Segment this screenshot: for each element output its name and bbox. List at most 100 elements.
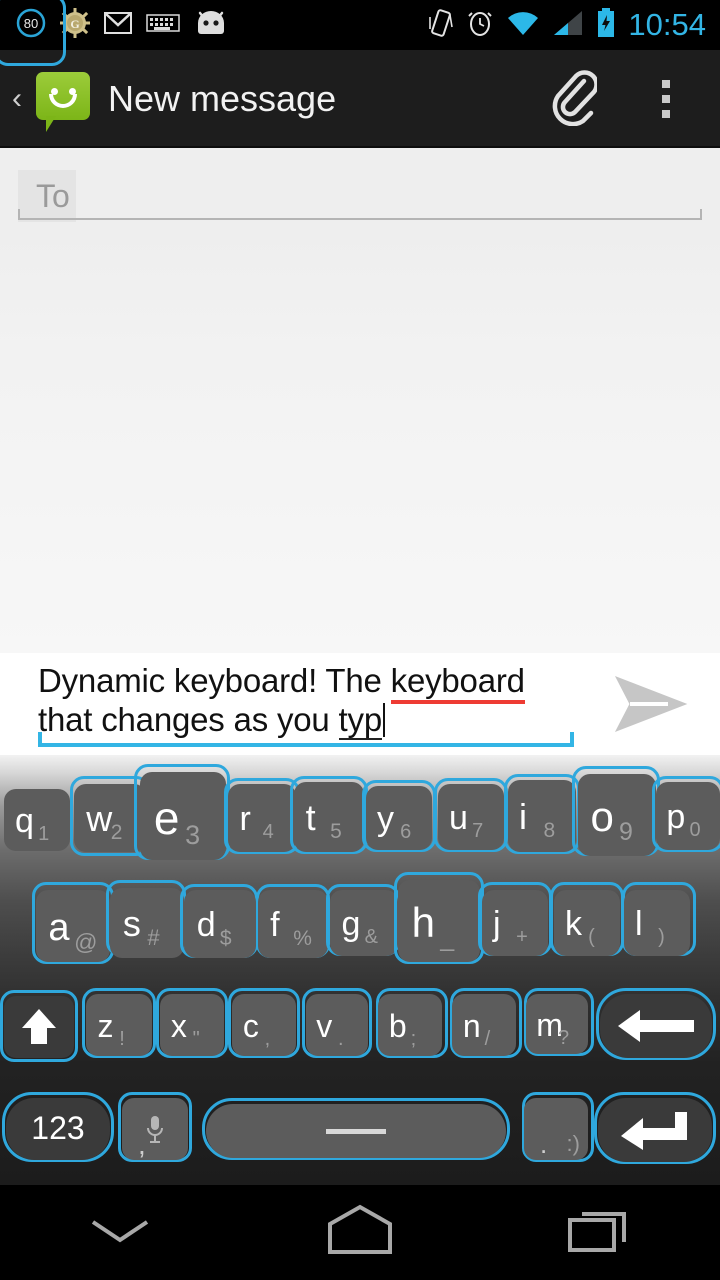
composing-word[interactable]: typ	[338, 701, 382, 740]
nav-recents[interactable]	[520, 1185, 680, 1280]
recipient-row: To	[0, 148, 720, 228]
key-d[interactable]: d $	[184, 890, 256, 958]
back-button[interactable]: ‹	[0, 84, 34, 114]
key-g-label: g	[341, 905, 361, 944]
key-j-label: j	[492, 905, 501, 944]
attach-button[interactable]	[530, 50, 618, 148]
key-n-label: n	[462, 1008, 481, 1045]
key-comma-mic[interactable]: ,	[122, 1098, 188, 1160]
gmail-icon	[104, 11, 132, 40]
key-i-secondary-label: 8	[543, 819, 556, 843]
key-x-secondary-label: "	[192, 1027, 200, 1050]
key-i[interactable]: i8	[508, 780, 576, 852]
send-arrow-icon	[608, 669, 694, 744]
key-f-label: f	[270, 906, 280, 945]
key-l[interactable]: l)	[624, 890, 690, 956]
key-symbols-123-label: 123	[31, 1110, 85, 1146]
key-r[interactable]: r4	[228, 784, 296, 852]
key-a[interactable]: a @	[36, 890, 110, 962]
key-shift[interactable]	[4, 996, 74, 1058]
key-n[interactable]: n /	[452, 994, 516, 1056]
key-x[interactable]: x "	[160, 994, 224, 1056]
misspelled-word[interactable]: keyboard	[390, 662, 525, 704]
key-b-label: b	[388, 1008, 407, 1045]
key-w-secondary-label: 2	[110, 821, 123, 845]
key-k[interactable]: k(	[554, 890, 620, 956]
alarm-clock-icon	[466, 8, 494, 43]
key-period-smiley-secondary-label: :)	[566, 1131, 580, 1156]
key-t[interactable]: t5	[294, 782, 364, 852]
key-comma-mic-label: ,	[138, 1129, 146, 1160]
key-o-secondary-label: 9	[619, 818, 633, 847]
key-v-secondary-label: .	[338, 1027, 344, 1050]
navigation-bar	[0, 1185, 720, 1280]
status-bar-clock: 10:54	[628, 7, 706, 42]
text-caret	[382, 703, 385, 737]
nav-home[interactable]	[280, 1185, 440, 1280]
key-e-secondary-label: 3	[185, 819, 201, 850]
key-f[interactable]: f%	[258, 890, 328, 958]
message-input-underline	[38, 732, 574, 747]
key-o[interactable]: o9	[578, 774, 656, 856]
page-title: New message	[108, 78, 337, 119]
dynamic-keyboard[interactable]: q 1 w 2 e 3 r 4 t 5 y 6 u 7 i 8 o 9 p 0 a @ s # d $ f% g & h _ j + k(l) z!…	[0, 0, 720, 1185]
chevron-down-icon	[85, 1210, 155, 1255]
key-h[interactable]: h _	[398, 880, 480, 962]
key-e[interactable]: e3	[140, 772, 226, 860]
messaging-bubble-icon[interactable]	[36, 72, 90, 132]
key-a-label: a	[48, 906, 70, 949]
key-u[interactable]: u7	[438, 784, 504, 850]
key-period-smiley[interactable]: .:)	[524, 1098, 588, 1160]
overflow-menu-button[interactable]	[622, 50, 710, 148]
key-b[interactable]: b;	[378, 994, 442, 1056]
nav-hide-keyboard[interactable]	[40, 1185, 200, 1280]
battery-charging-icon	[596, 7, 616, 43]
key-d-secondary-label: $	[219, 927, 232, 951]
key-l-label: l	[634, 905, 643, 944]
key-k-label: k	[564, 905, 582, 944]
key-y[interactable]: y6	[366, 786, 432, 850]
key-t-label: t	[305, 797, 316, 839]
recipient-input[interactable]: To	[18, 170, 702, 222]
message-text-part-2: that changes as you	[38, 701, 339, 738]
key-p[interactable]: p0	[656, 782, 720, 850]
message-text-part-1: Dynamic keyboard! The	[38, 662, 391, 699]
recipient-underline	[18, 209, 702, 220]
key-z-label: z	[97, 1008, 114, 1045]
key-enter[interactable]	[598, 1098, 712, 1162]
key-l-secondary-label: )	[658, 926, 665, 949]
key-s-label: s	[122, 903, 141, 945]
status-bar-system-icons: 10:54	[428, 7, 720, 43]
key-period-smiley-label: .	[540, 1129, 548, 1159]
key-y-secondary-label: 6	[400, 821, 412, 844]
enter-return-icon	[598, 1098, 712, 1162]
compose-body: To	[0, 148, 720, 653]
key-j[interactable]: j +	[482, 890, 548, 956]
key-q-secondary-label: 1	[38, 823, 50, 846]
key-backspace[interactable]	[600, 994, 712, 1058]
key-v[interactable]: v.	[306, 994, 368, 1056]
keyboard-icon	[146, 12, 180, 39]
phone-screen: 80 G 10:54 ‹ New message To Dynamic keyb…	[0, 0, 720, 1280]
key-m[interactable]: m?	[526, 994, 588, 1054]
key-q[interactable]: q1	[4, 789, 70, 851]
key-h-label: h	[411, 898, 436, 946]
send-button[interactable]	[596, 658, 706, 754]
key-g[interactable]: g &	[330, 890, 398, 956]
key-symbols-123[interactable]: 123	[6, 1098, 110, 1160]
key-space[interactable]	[206, 1104, 506, 1158]
key-c[interactable]: c,	[232, 994, 296, 1056]
key-o-label: o	[590, 792, 614, 840]
action-bar-actions	[530, 50, 720, 148]
cell-signal-icon	[552, 9, 584, 42]
key-z[interactable]: z!	[86, 994, 152, 1056]
paperclip-icon	[551, 68, 599, 131]
home-pentagon-icon	[320, 1202, 400, 1263]
key-q-label: q	[14, 802, 34, 841]
conversation-area	[0, 228, 720, 653]
message-input[interactable]: Dynamic keyboard! The keyboard that chan…	[38, 661, 578, 740]
key-r-label: r	[239, 800, 251, 839]
key-s[interactable]: s #	[110, 888, 184, 958]
android-head-icon	[194, 9, 228, 42]
key-n-secondary-label: /	[484, 1027, 491, 1050]
